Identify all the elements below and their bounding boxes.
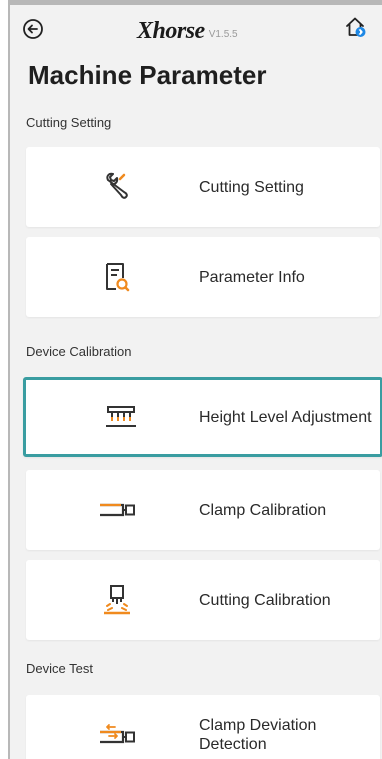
menu-item-clamp-calibration[interactable]: Clamp Calibration [26,470,380,550]
back-arrow-icon [23,19,43,39]
window-left-border [0,0,10,759]
section-label-cutting-setting: Cutting Setting [26,115,112,130]
menu-item-cutting-calibration[interactable]: Cutting Calibration [26,560,380,640]
home-button[interactable] [344,15,368,39]
cutter-calibration-icon [97,583,137,617]
page-title: Machine Parameter [28,60,267,90]
menu-item-label: Height Level Adjustment [199,408,372,426]
clamp-deviation-icon [97,718,137,752]
logo-text: Xhorse [137,18,205,44]
home-bluetooth-icon [346,17,366,37]
back-button[interactable] [22,18,44,40]
menu-item-clamp-deviation-detection[interactable]: Clamp Deviation Detection [26,695,380,759]
menu-item-label: Cutting Setting [199,178,304,196]
menu-item-label: Clamp Calibration [199,501,327,519]
document-search-icon [97,260,137,294]
menu-item-label: Cutting Calibration [199,591,331,609]
menu-item-parameter-info[interactable]: Parameter Info [26,237,380,317]
menu-item-cutting-setting[interactable]: Cutting Setting [26,147,380,227]
clamp-icon [97,493,137,527]
menu-item-label: Parameter Info [199,268,305,286]
version-label: V1.5.5 [208,29,238,40]
wrench-icon [97,170,137,204]
app-screen: Xhorse V1.5.5 Machine Parameter Cutting … [10,5,382,759]
menu-item-height-level-adjustment[interactable]: Height Level Adjustment [23,377,382,457]
section-label-device-test: Device Test [26,661,93,676]
brand-logo: Xhorse V1.5.5 [137,15,238,43]
height-level-icon [101,400,141,434]
menu-item-label: Clamp Deviation Detection [199,717,317,753]
section-label-device-calibration: Device Calibration [26,344,132,359]
header: Xhorse V1.5.5 [10,5,382,53]
